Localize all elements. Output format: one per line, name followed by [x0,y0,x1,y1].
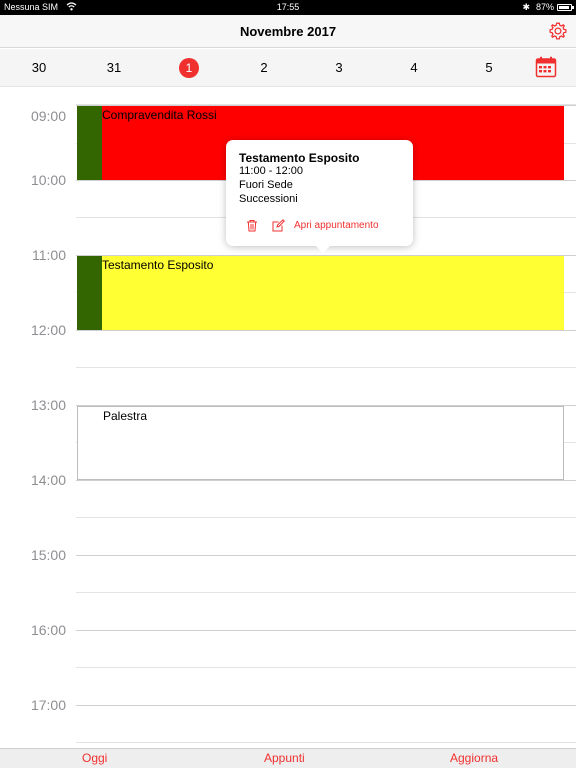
day-cell[interactable]: 5 [469,58,509,78]
event-title: Testamento Esposito [102,258,214,272]
today-button[interactable]: Oggi [82,751,107,765]
event-title: Compravendita Rossi [102,108,217,122]
calendar-icon[interactable] [535,56,557,78]
hour-label: 10:00 [30,172,66,188]
event-block[interactable]: Palestra [77,406,564,480]
event-block[interactable]: Testamento Esposito [77,256,564,330]
day-cell-selected[interactable]: 1 [169,58,209,78]
bluetooth-icon: ✱ [522,2,530,12]
hour-label: 14:00 [30,472,66,488]
refresh-button[interactable]: Aggiorna [450,751,498,765]
week-strip: 30 31 1 2 3 4 5 [0,49,576,87]
open-appointment-link[interactable]: Apri appuntamento [294,220,379,231]
event-color-stripe [77,106,102,180]
event-title: Palestra [103,409,148,423]
notes-button[interactable]: Appunti [264,751,305,765]
gear-icon[interactable] [548,21,568,41]
hour-label: 11:00 [32,247,66,263]
hour-label: 12:00 [30,322,66,338]
bottom-toolbar: Oggi Appunti Aggiorna [0,748,576,768]
hour-label: 09:00 [30,108,66,124]
edit-icon[interactable] [272,219,285,232]
popover-time: 11:00 - 12:00 [239,165,304,177]
day-cell[interactable]: 2 [244,58,284,78]
battery-percent: 87% [535,2,554,12]
day-cell[interactable]: 31 [94,58,134,78]
hour-label: 17:00 [30,697,66,713]
hour-label: 15:00 [30,547,66,563]
battery-icon [557,4,574,11]
trash-icon[interactable] [246,219,258,232]
status-time: 17:55 [276,2,300,12]
day-cell[interactable]: 4 [394,58,434,78]
event-color-stripe [77,256,102,330]
popover-category: Successioni [239,193,298,205]
nav-bar: Novembre 2017 [0,15,576,48]
day-cell[interactable]: 30 [19,58,59,78]
popover-location: Fuori Sede [239,179,293,191]
day-cell[interactable]: 3 [319,58,359,78]
hour-label: 16:00 [30,622,66,638]
popover-title: Testamento Esposito [239,151,360,165]
hour-label: 13:00 [30,397,66,413]
status-bar: Nessuna SIM 17:55 ✱ 87% [0,0,576,15]
month-title: Novembre 2017 [239,24,337,39]
